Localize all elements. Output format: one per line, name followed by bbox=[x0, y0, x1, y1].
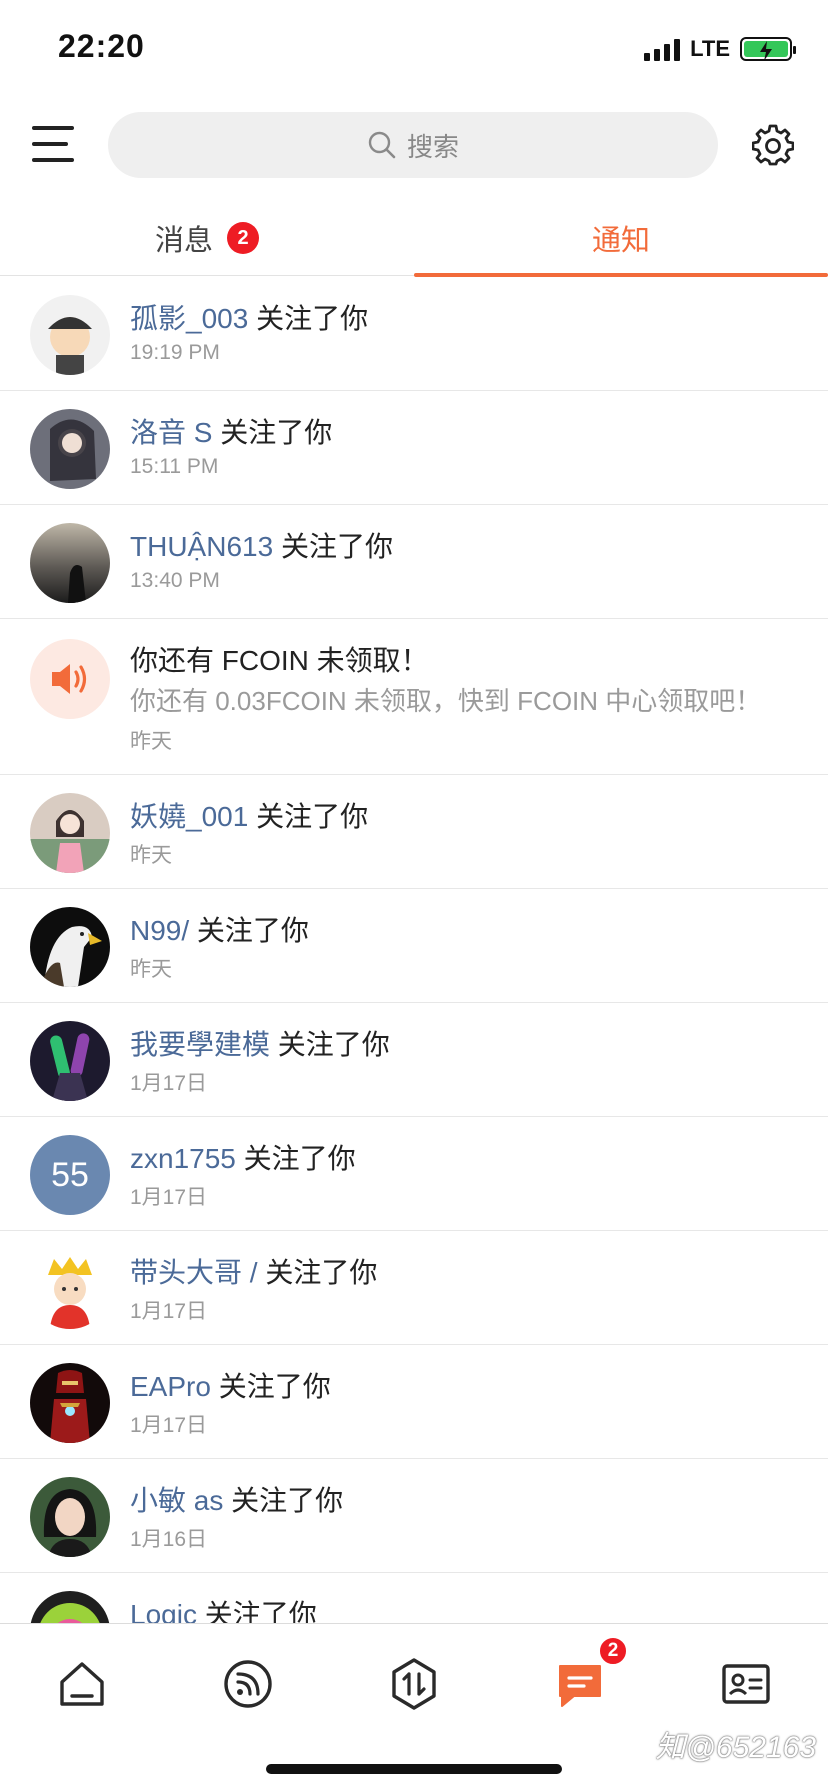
header: 搜索 bbox=[0, 112, 828, 178]
notification-row[interactable]: N99/ 关注了你 昨天 bbox=[0, 889, 828, 1003]
system-notification-row[interactable]: 你还有 FCOIN 未领取！ 你还有 0.03FCOIN 未领取，快到 FCOI… bbox=[0, 619, 828, 775]
notification-title: 妖嬈_001 关注了你 bbox=[130, 795, 368, 835]
tab-notifications-label: 通知 bbox=[591, 225, 650, 257]
notification-row[interactable]: THUẬN613 关注了你 13:40 PM bbox=[0, 505, 828, 619]
hamburger-menu-icon[interactable] bbox=[32, 126, 74, 162]
speaker-icon bbox=[30, 639, 110, 719]
tab-messages[interactable]: 消息 2 bbox=[0, 200, 414, 276]
avatar[interactable] bbox=[30, 793, 110, 873]
avatar[interactable] bbox=[30, 523, 110, 603]
home-icon[interactable] bbox=[54, 1656, 110, 1712]
avatar[interactable]: 55 bbox=[30, 1135, 110, 1215]
notification-row[interactable]: Logic 关注了你 bbox=[0, 1573, 828, 1623]
notification-title: Logic 关注了你 bbox=[130, 1593, 317, 1623]
notification-time: 昨天 bbox=[130, 958, 172, 981]
notification-title: 带头大哥 / 关注了你 bbox=[130, 1251, 377, 1291]
tab-bar: 消息 2 通知 bbox=[0, 200, 828, 277]
avatar-initials: 55 bbox=[51, 1155, 89, 1194]
notification-title: 你还有 FCOIN 未领取！ bbox=[130, 645, 429, 676]
notification-action: 关注了你 bbox=[210, 1371, 331, 1402]
notification-action: 关注了你 bbox=[196, 1599, 317, 1623]
notification-time: 1月17日 bbox=[130, 1300, 208, 1323]
avatar[interactable] bbox=[30, 295, 110, 375]
status-bar: 22:20 LTE bbox=[0, 0, 828, 96]
search-input[interactable]: 搜索 bbox=[108, 112, 718, 178]
notification-title: zxn1755 关注了你 bbox=[130, 1137, 356, 1177]
username-link[interactable]: N99/ bbox=[130, 915, 189, 946]
notification-time: 1月16日 bbox=[130, 1528, 208, 1551]
home-indicator bbox=[266, 1764, 562, 1774]
notification-action: 关注了你 bbox=[257, 1257, 378, 1288]
gear-icon[interactable] bbox=[752, 124, 794, 166]
notification-title: 我要學建模 关注了你 bbox=[130, 1023, 390, 1063]
avatar[interactable] bbox=[30, 1249, 110, 1329]
username-link[interactable]: 小敏 as bbox=[130, 1485, 223, 1516]
status-indicators: LTE bbox=[644, 36, 796, 62]
notification-list[interactable]: 孤影_003 关注了你 19:19 PM 洛音 S 关注了你 15:11 PM … bbox=[0, 277, 828, 1623]
username-link[interactable]: 我要學建模 bbox=[130, 1029, 270, 1060]
notification-time: 昨天 bbox=[130, 844, 172, 867]
notification-time: 13:40 PM bbox=[130, 569, 220, 592]
notification-time: 昨天 bbox=[130, 730, 172, 753]
signal-icon bbox=[644, 37, 681, 61]
notification-action: 关注了你 bbox=[270, 1029, 390, 1060]
notification-title: EAPro 关注了你 bbox=[130, 1365, 331, 1405]
swap-hexagon-icon[interactable] bbox=[386, 1656, 442, 1712]
notification-time: 1月17日 bbox=[130, 1186, 208, 1209]
rss-icon[interactable] bbox=[220, 1656, 276, 1712]
username-link[interactable]: zxn1755 bbox=[130, 1143, 236, 1174]
search-icon bbox=[368, 131, 396, 159]
username-link[interactable]: Logic bbox=[130, 1599, 197, 1623]
notification-action: 关注了你 bbox=[223, 1485, 344, 1516]
notification-row[interactable]: 我要學建模 关注了你 1月17日 bbox=[0, 1003, 828, 1117]
avatar[interactable] bbox=[30, 409, 110, 489]
avatar[interactable] bbox=[30, 1363, 110, 1443]
notification-action: 关注了你 bbox=[212, 417, 333, 448]
avatar[interactable] bbox=[30, 1021, 110, 1101]
notification-row[interactable]: 洛音 S 关注了你 15:11 PM bbox=[0, 391, 828, 505]
watermark: 知@652163 bbox=[655, 1731, 816, 1764]
notification-row[interactable]: 孤影_003 关注了你 19:19 PM bbox=[0, 277, 828, 391]
tab-notifications[interactable]: 通知 bbox=[414, 200, 828, 276]
notification-row[interactable]: EAPro 关注了你 1月17日 bbox=[0, 1345, 828, 1459]
notification-row[interactable]: 小敏 as 关注了你 1月16日 bbox=[0, 1459, 828, 1573]
notification-time: 1月17日 bbox=[130, 1072, 208, 1095]
notification-title: THUẬN613 关注了你 bbox=[130, 525, 393, 565]
notification-title: 孤影_003 关注了你 bbox=[130, 297, 368, 337]
notification-action: 关注了你 bbox=[248, 801, 369, 832]
username-link[interactable]: 洛音 S bbox=[130, 417, 212, 448]
avatar[interactable] bbox=[30, 1591, 110, 1623]
username-link[interactable]: 妖嬈_001 bbox=[130, 801, 248, 832]
notification-row[interactable]: 妖嬈_001 关注了你 昨天 bbox=[0, 775, 828, 889]
username-link[interactable]: 带头大哥 / bbox=[130, 1257, 258, 1288]
status-time: 22:20 bbox=[58, 28, 145, 64]
battery-icon bbox=[740, 37, 796, 61]
notification-action: 关注了你 bbox=[248, 303, 369, 334]
notification-title: 洛音 S 关注了你 bbox=[130, 411, 332, 451]
tab-messages-label: 消息 bbox=[154, 225, 213, 257]
network-label: LTE bbox=[690, 36, 730, 61]
id-card-icon[interactable] bbox=[718, 1656, 774, 1712]
username-link[interactable]: THUẬN613 bbox=[130, 531, 273, 562]
avatar[interactable] bbox=[30, 907, 110, 987]
notification-action: 关注了你 bbox=[189, 915, 309, 946]
notification-time: 1月17日 bbox=[130, 1414, 208, 1437]
search-placeholder: 搜索 bbox=[406, 131, 459, 162]
chat-bubble-icon bbox=[559, 1665, 601, 1707]
notification-row[interactable]: 55 zxn1755 关注了你 1月17日 bbox=[0, 1117, 828, 1231]
avatar[interactable] bbox=[30, 1477, 110, 1557]
username-link[interactable]: EAPro bbox=[130, 1371, 211, 1402]
unread-badge: 2 bbox=[227, 222, 259, 254]
notification-title: 小敏 as 关注了你 bbox=[130, 1479, 343, 1519]
notification-action: 关注了你 bbox=[273, 531, 393, 562]
notification-subtitle: 你还有 0.03FCOIN 未领取，快到 FCOIN 中心领取吧！ bbox=[130, 686, 762, 716]
notification-title: N99/ 关注了你 bbox=[130, 909, 309, 949]
notification-row[interactable]: 带头大哥 / 关注了你 1月17日 bbox=[0, 1231, 828, 1345]
notification-time: 15:11 PM bbox=[130, 455, 219, 478]
messages-nav-button[interactable]: 2 bbox=[552, 1636, 628, 1712]
messages-badge: 2 bbox=[598, 1636, 628, 1666]
username-link[interactable]: 孤影_003 bbox=[130, 303, 248, 334]
notification-action: 关注了你 bbox=[235, 1143, 356, 1174]
notification-time: 19:19 PM bbox=[130, 341, 220, 364]
